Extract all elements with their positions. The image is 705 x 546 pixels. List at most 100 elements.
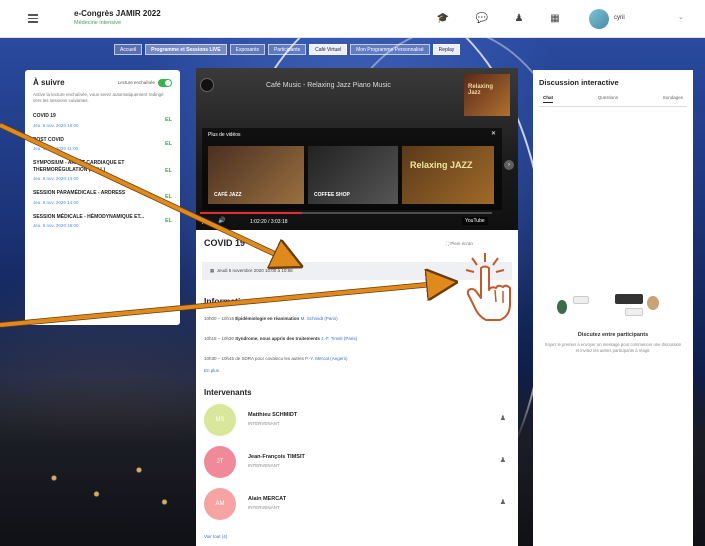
session-datetime: Jeu. 5 nov. 2020 13:00 bbox=[33, 176, 79, 181]
speaker-role: INTERVENANT bbox=[248, 505, 280, 510]
speaker-card[interactable]: AM Alain MERCAT INTERVENANT ♟ bbox=[204, 488, 510, 522]
program-time: 10h15 – 10h30 bbox=[204, 336, 235, 341]
discussion-title: Discussion interactive bbox=[539, 78, 619, 87]
session-badge: EL bbox=[164, 217, 172, 224]
speaker-name: Matthieu SCHMIDT bbox=[248, 412, 298, 418]
thumbnail-label: COFFEE SHOP bbox=[314, 192, 350, 198]
session-badge: EL bbox=[164, 167, 172, 174]
program-line: 10h15 – 10h30 Syndrome, nous appris des … bbox=[204, 336, 357, 341]
up-next-title: À suivre bbox=[33, 78, 65, 87]
speaker-card[interactable]: MS Matthieu SCHMIDT INTERVENANT ♟ bbox=[204, 404, 510, 438]
nav-tab-exhibitors[interactable]: Exposants bbox=[229, 44, 265, 55]
tab-questions[interactable]: Questions bbox=[598, 95, 618, 103]
session-name: POST COVID bbox=[33, 136, 64, 143]
chat-bubbles-icon[interactable]: 💬 bbox=[475, 12, 489, 26]
video-player[interactable]: Café Music - Relaxing Jazz Piano Music R… bbox=[196, 68, 518, 230]
session-name: SESSION PARAMÉDICALE - ARDRESS bbox=[33, 190, 126, 196]
person-icon[interactable]: ♟ bbox=[500, 456, 506, 464]
hamburger-menu-icon[interactable] bbox=[28, 14, 38, 23]
chevron-right-icon[interactable]: › bbox=[504, 160, 514, 170]
person-icon[interactable]: ♟ bbox=[500, 498, 506, 506]
speaker-avatar: JT bbox=[204, 446, 236, 478]
nav-tab-program-live[interactable]: Programme et Sessions LIVE bbox=[145, 44, 227, 55]
thumbnail-label: CAFÉ JAZZ bbox=[214, 192, 242, 198]
speaker-name: Jean-François TIMSIT bbox=[248, 454, 305, 460]
program-speaker[interactable]: M. Schmidt (Paris) bbox=[301, 316, 338, 321]
session-title: COVID 19 bbox=[204, 238, 246, 248]
video-poster: Relaxing Jazz bbox=[464, 74, 510, 116]
session-datetime: Jeu. 5 nov. 2020 10:00 bbox=[33, 122, 79, 128]
speaker-role: INTERVENANT bbox=[248, 463, 280, 468]
information-title: Informations bbox=[204, 296, 256, 306]
nav-tab-my-program[interactable]: Mon Programme Personnalisé bbox=[350, 44, 430, 55]
user-name[interactable]: cyril bbox=[614, 15, 625, 21]
youtube-link[interactable]: YouTube bbox=[462, 217, 488, 225]
video-thumbnail[interactable]: Relaxing JAZZ bbox=[402, 146, 494, 204]
session-badge: EL bbox=[164, 194, 172, 201]
up-next-session-item[interactable]: SYMPOSIUM - ARRÊT CARDIAQUE ET THERMORÉG… bbox=[33, 160, 172, 181]
channel-logo-icon[interactable] bbox=[200, 78, 214, 92]
tab-polls[interactable]: Sondages bbox=[663, 95, 683, 103]
up-next-session-item[interactable]: SESSION PARAMÉDICALE - ARDRESS Jeu. 5 nov… bbox=[33, 190, 172, 205]
main-navigation: Accueil Programme et Sessions LIVE Expos… bbox=[114, 44, 461, 56]
close-icon[interactable]: ✕ bbox=[491, 130, 496, 137]
autoplay-toggle[interactable] bbox=[158, 78, 172, 87]
video-title[interactable]: Café Music - Relaxing Jazz Piano Music bbox=[266, 82, 391, 89]
empty-chat-title: Discutez entre participants bbox=[577, 332, 649, 338]
tab-chat[interactable]: Chat bbox=[543, 95, 553, 103]
video-thumbnail[interactable]: CAFÉ JAZZ bbox=[208, 146, 304, 204]
see-all-speakers-link[interactable]: Voir tout (4) bbox=[204, 534, 227, 539]
video-progress-fill bbox=[200, 212, 303, 214]
video-progress-bar[interactable] bbox=[200, 212, 492, 214]
nav-tab-participants[interactable]: Participants bbox=[267, 44, 307, 55]
program-line: 10h30 – 10h45 de SDRA pour covaincu les … bbox=[204, 356, 347, 361]
session-name: SESSION MÉDICALE - HÉMODYNAMIQUE ET... bbox=[33, 213, 145, 220]
volume-icon[interactable]: 🔊 bbox=[218, 217, 225, 224]
autoplay-description: Active la lecture enchaînée, vous serez … bbox=[33, 92, 164, 103]
session-datetime: Jeu. 5 nov. 2020 14:00 bbox=[33, 199, 79, 205]
program-topic: Épidémiologie en réanimation bbox=[235, 316, 300, 321]
session-badge: EL bbox=[164, 117, 172, 124]
session-name: COVID 19 bbox=[33, 113, 56, 119]
event-brand[interactable]: e-Congrès JAMIR 2022 Médecine intensive bbox=[74, 9, 161, 26]
video-controls: ▶ 🔊 1:02:20 / 3:03:18 YouTube bbox=[200, 216, 510, 228]
up-next-session-item[interactable]: POST COVID Jeu. 5 nov. 2020 11:00 EL bbox=[33, 137, 172, 152]
more-info-link[interactable]: En plus bbox=[204, 368, 219, 373]
up-next-session-item[interactable]: SESSION MÉDICALE - HÉMODYNAMIQUE ET... Je… bbox=[33, 214, 172, 229]
empty-chat-illustration bbox=[555, 294, 675, 320]
session-name: SYMPOSIUM - ARRÊT CARDIAQUE ET THERMORÉG… bbox=[33, 160, 125, 173]
top-header: e-Congrès JAMIR 2022 Médecine intensive … bbox=[0, 0, 705, 38]
fullscreen-button[interactable]: ⛶ Plein écran bbox=[446, 241, 473, 246]
nav-tab-virtual-cafe[interactable]: Café Virtuel bbox=[309, 44, 348, 55]
calendar-icon: ▦ bbox=[210, 268, 217, 273]
up-next-session-item[interactable]: COVID 19 Jeu. 5 nov. 2020 10:00 EL bbox=[33, 113, 172, 128]
session-datetime: Jeu. 5 nov. 2020 15:00 bbox=[33, 223, 79, 228]
more-videos-overlay: Plus de vidéos ✕ CAFÉ JAZZ COFFEE SHOP R… bbox=[202, 128, 502, 210]
program-speaker[interactable]: J.-F. Timsit (Paris) bbox=[321, 336, 357, 341]
chevron-down-icon[interactable]: ⌄ bbox=[678, 13, 684, 21]
poster-text: Relaxing Jazz bbox=[468, 84, 494, 96]
fullscreen-label: Plein écran bbox=[450, 241, 473, 246]
program-speaker[interactable]: P.-Y. Mercat (Angers) bbox=[305, 356, 347, 361]
thumbnail-big-text: Relaxing JAZZ bbox=[410, 160, 473, 170]
session-datetime: Jeu. 5 nov. 2020 11:00 bbox=[33, 146, 79, 151]
program-time: 10h30 – 10h45 bbox=[204, 356, 235, 361]
person-icon[interactable]: ♟ bbox=[512, 12, 526, 26]
speaker-role: INTERVENANT bbox=[248, 421, 280, 426]
session-date: Jeudi 5 novembre 2020 10:00 à 10:58 bbox=[216, 268, 293, 273]
grid-apps-icon[interactable]: ▦ bbox=[548, 12, 562, 26]
program-line: 10h00 – 10h15 Épidémiologie en réanimati… bbox=[204, 316, 338, 321]
session-main-panel: Café Music - Relaxing Jazz Piano Music R… bbox=[196, 68, 518, 546]
program-time: 10h00 – 10h15 bbox=[204, 316, 235, 321]
speaker-card[interactable]: JT Jean-François TIMSIT INTERVENANT ♟ bbox=[204, 446, 510, 480]
user-avatar[interactable] bbox=[589, 9, 609, 29]
nav-tab-home[interactable]: Accueil bbox=[114, 44, 143, 55]
more-videos-label: Plus de vidéos bbox=[208, 132, 241, 138]
speaker-avatar: AM bbox=[204, 488, 236, 520]
play-icon[interactable]: ▶ bbox=[202, 217, 207, 225]
video-thumbnail[interactable]: COFFEE SHOP bbox=[308, 146, 398, 204]
nav-tab-replay[interactable]: Replay bbox=[432, 44, 461, 55]
graduation-cap-icon[interactable]: 🎓 bbox=[436, 12, 450, 26]
empty-chat-description: Soyez le premier à envoyer un message po… bbox=[544, 342, 682, 353]
person-icon[interactable]: ♟ bbox=[500, 414, 506, 422]
